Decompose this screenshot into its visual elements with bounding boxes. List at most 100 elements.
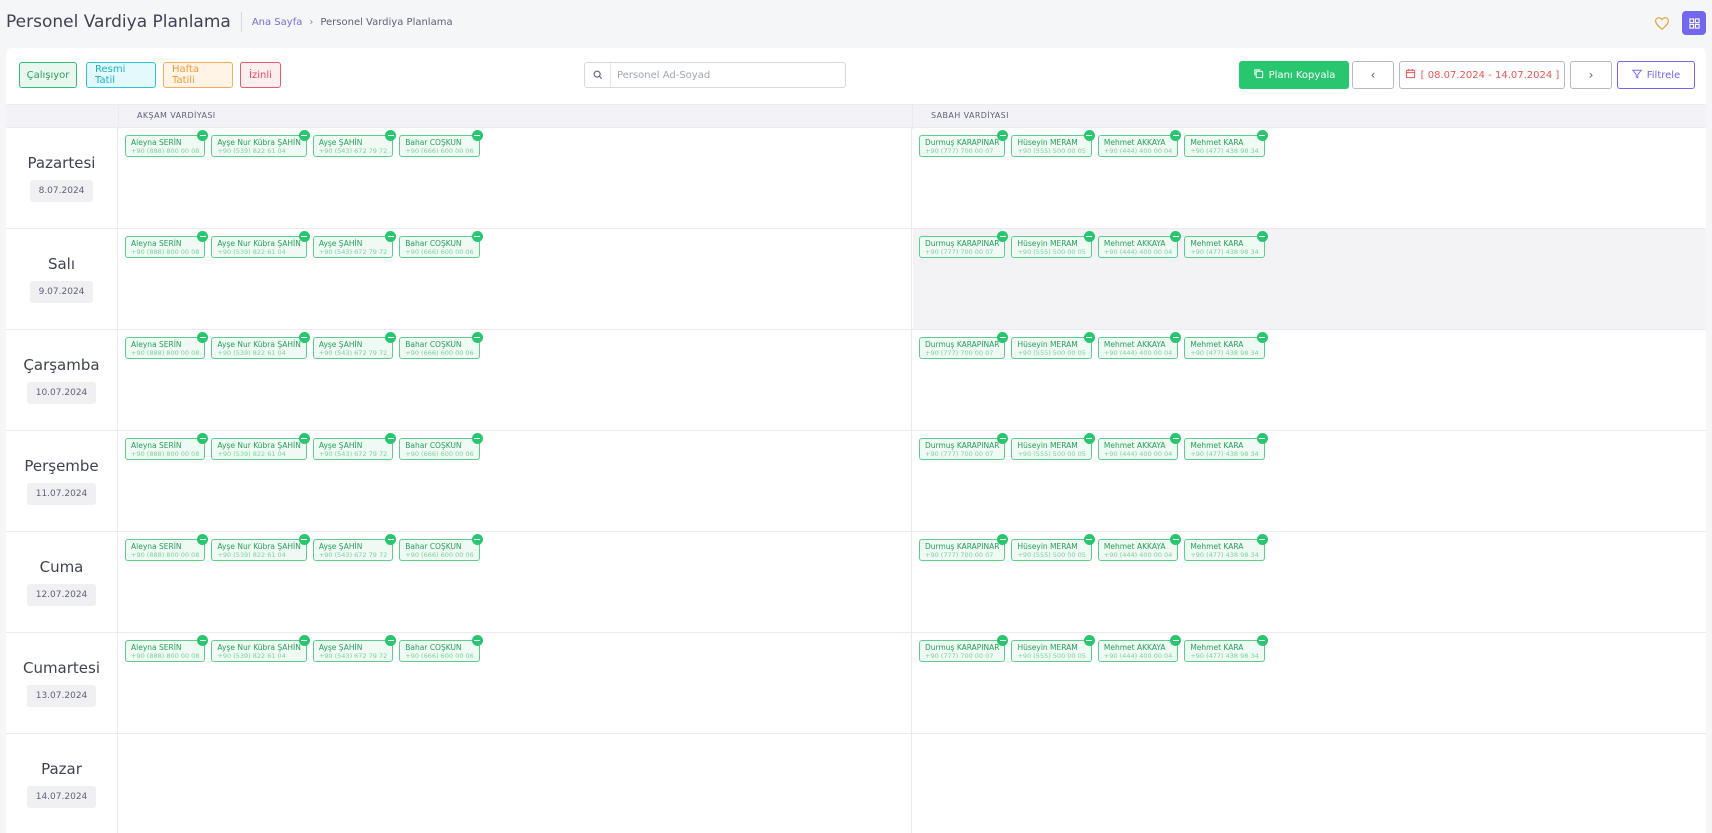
staff-chip[interactable]: Aleyna SERİN +90 (888) 800 00 08 xyxy=(125,332,209,359)
remove-icon[interactable] xyxy=(197,433,209,444)
morning-shift-cell[interactable]: Durmuş KARAPINAR +90 (777) 700 00 07 Hüsey… xyxy=(913,431,1706,531)
search-input[interactable] xyxy=(611,69,841,81)
staff-chip[interactable]: Ayşe Nur Kübra ŞAHİN +90 (539) 822 61 04 xyxy=(211,231,310,258)
staff-chip[interactable]: Ayşe Nur Kübra ŞAHİN +90 (539) 822 61 04 xyxy=(211,130,310,157)
legend-working[interactable]: Çalışıyor xyxy=(19,62,77,88)
staff-chip[interactable]: Mehmet AKKAYA +90 (444) 400 00 04 xyxy=(1097,231,1182,258)
staff-chip[interactable]: Mehmet AKKAYA +90 (444) 400 00 04 xyxy=(1097,534,1182,561)
staff-chip[interactable]: Aleyna SERİN +90 (888) 800 00 08 xyxy=(125,231,209,258)
remove-icon[interactable] xyxy=(1083,433,1095,444)
legend-leave[interactable]: İzinli xyxy=(240,62,281,88)
staff-chip[interactable]: Bahar COŞKUN +90 (666) 600 00 06 xyxy=(399,534,483,561)
legend-public-holiday[interactable]: Resmi Tatil xyxy=(86,62,156,88)
morning-shift-cell[interactable]: Durmuş KARAPINAR +90 (777) 700 00 07 Hüsey… xyxy=(913,128,1706,228)
legend-weekend[interactable]: Hafta Tatili xyxy=(163,62,233,88)
previous-week-button[interactable]: ‹ xyxy=(1352,61,1394,89)
remove-icon[interactable] xyxy=(1256,130,1268,141)
morning-shift-cell[interactable] xyxy=(913,734,1706,833)
remove-icon[interactable] xyxy=(298,635,310,646)
staff-chip[interactable]: Aleyna SERİN +90 (888) 800 00 08 xyxy=(125,433,209,460)
staff-chip[interactable]: Mehmet AKKAYA +90 (444) 400 00 04 xyxy=(1097,433,1182,460)
remove-icon[interactable] xyxy=(1083,534,1095,545)
remove-icon[interactable] xyxy=(997,534,1009,545)
remove-icon[interactable] xyxy=(1256,231,1268,242)
remove-icon[interactable] xyxy=(298,332,310,343)
staff-chip[interactable]: Mehmet AKKAYA +90 (444) 400 00 04 xyxy=(1097,130,1182,157)
remove-icon[interactable] xyxy=(1083,231,1095,242)
remove-icon[interactable] xyxy=(197,332,209,343)
remove-icon[interactable] xyxy=(385,534,397,545)
remove-icon[interactable] xyxy=(1256,332,1268,343)
staff-chip[interactable]: Mehmet KARA +90 (477) 438 98 34 xyxy=(1184,231,1268,258)
remove-icon[interactable] xyxy=(197,635,209,646)
staff-chip[interactable]: Bahar COŞKUN +90 (666) 600 00 06 xyxy=(399,635,483,662)
next-week-button[interactable]: › xyxy=(1570,61,1612,89)
staff-chip[interactable]: Durmuş KARAPINAR +90 (777) 700 00 07 xyxy=(919,635,1009,662)
remove-icon[interactable] xyxy=(298,534,310,545)
remove-icon[interactable] xyxy=(471,231,483,242)
staff-chip[interactable]: Mehmet KARA +90 (477) 438 98 34 xyxy=(1184,130,1268,157)
remove-icon[interactable] xyxy=(471,635,483,646)
staff-chip[interactable]: Bahar COŞKUN +90 (666) 600 00 06 xyxy=(399,332,483,359)
staff-chip[interactable]: Hüseyin MERAM +90 (555) 500 00 05 xyxy=(1011,231,1095,258)
remove-icon[interactable] xyxy=(385,433,397,444)
remove-icon[interactable] xyxy=(1256,433,1268,444)
remove-icon[interactable] xyxy=(385,635,397,646)
remove-icon[interactable] xyxy=(997,433,1009,444)
staff-chip[interactable]: Durmuş KARAPINAR +90 (777) 700 00 07 xyxy=(919,231,1009,258)
remove-icon[interactable] xyxy=(197,130,209,141)
remove-icon[interactable] xyxy=(385,332,397,343)
remove-icon[interactable] xyxy=(1083,332,1095,343)
staff-chip[interactable]: Mehmet KARA +90 (477) 438 98 34 xyxy=(1184,635,1268,662)
heart-icon[interactable] xyxy=(1652,13,1672,33)
remove-icon[interactable] xyxy=(1170,635,1182,646)
staff-chip[interactable]: Ayşe Nur Kübra ŞAHİN +90 (539) 822 61 04 xyxy=(211,635,310,662)
staff-chip[interactable]: Durmuş KARAPINAR +90 (777) 700 00 07 xyxy=(919,534,1009,561)
remove-icon[interactable] xyxy=(298,130,310,141)
staff-chip[interactable]: Bahar COŞKUN +90 (666) 600 00 06 xyxy=(399,231,483,258)
staff-chip[interactable]: Ayşe ŞAHİN +90 (543) 672 79 72 xyxy=(312,534,397,561)
remove-icon[interactable] xyxy=(197,534,209,545)
copy-plan-button[interactable]: Planı Kopyala xyxy=(1239,61,1349,89)
staff-chip[interactable]: Durmuş KARAPINAR +90 (777) 700 00 07 xyxy=(919,332,1009,359)
apps-grid-icon[interactable] xyxy=(1682,11,1706,35)
evening-shift-cell[interactable]: Aleyna SERİN +90 (888) 800 00 08 Ayşe Nur … xyxy=(119,532,912,632)
remove-icon[interactable] xyxy=(1083,635,1095,646)
evening-shift-cell[interactable]: Aleyna SERİN +90 (888) 800 00 08 Ayşe Nur … xyxy=(119,431,912,531)
staff-chip[interactable]: Ayşe Nur Kübra ŞAHİN +90 (539) 822 61 04 xyxy=(211,332,310,359)
evening-shift-cell[interactable] xyxy=(119,734,912,833)
remove-icon[interactable] xyxy=(471,433,483,444)
remove-icon[interactable] xyxy=(298,433,310,444)
date-range-button[interactable]: [ 08.07.2024 - 14.07.2024 ] xyxy=(1399,61,1565,89)
staff-chip[interactable]: Mehmet AKKAYA +90 (444) 400 00 04 xyxy=(1097,332,1182,359)
remove-icon[interactable] xyxy=(471,534,483,545)
staff-chip[interactable]: Aleyna SERİN +90 (888) 800 00 08 xyxy=(125,130,209,157)
staff-chip[interactable]: Ayşe ŞAHİN +90 (543) 672 79 72 xyxy=(312,231,397,258)
filter-button[interactable]: Filtrele xyxy=(1617,61,1695,89)
staff-chip[interactable]: Ayşe ŞAHİN +90 (543) 672 79 72 xyxy=(312,332,397,359)
remove-icon[interactable] xyxy=(1256,534,1268,545)
remove-icon[interactable] xyxy=(197,231,209,242)
staff-chip[interactable]: Aleyna SERİN +90 (888) 800 00 08 xyxy=(125,635,209,662)
staff-chip[interactable]: Durmuş KARAPINAR +90 (777) 700 00 07 xyxy=(919,433,1009,460)
morning-shift-cell[interactable]: Durmuş KARAPINAR +90 (777) 700 00 07 Hüsey… xyxy=(913,633,1706,733)
remove-icon[interactable] xyxy=(1083,130,1095,141)
staff-chip[interactable]: Durmuş KARAPINAR +90 (777) 700 00 07 xyxy=(919,130,1009,157)
staff-chip[interactable]: Ayşe ŞAHİN +90 (543) 672 79 72 xyxy=(312,130,397,157)
remove-icon[interactable] xyxy=(471,130,483,141)
staff-chip[interactable]: Hüseyin MERAM +90 (555) 500 00 05 xyxy=(1011,332,1095,359)
evening-shift-cell[interactable]: Aleyna SERİN +90 (888) 800 00 08 Ayşe Nur … xyxy=(119,330,912,430)
remove-icon[interactable] xyxy=(1170,534,1182,545)
staff-chip[interactable]: Mehmet AKKAYA +90 (444) 400 00 04 xyxy=(1097,635,1182,662)
breadcrumb-home[interactable]: Ana Sayfa xyxy=(252,17,303,28)
remove-icon[interactable] xyxy=(385,231,397,242)
staff-chip[interactable]: Ayşe Nur Kübra ŞAHİN +90 (539) 822 61 04 xyxy=(211,433,310,460)
morning-shift-cell[interactable]: Durmuş KARAPINAR +90 (777) 700 00 07 Hüsey… xyxy=(913,330,1706,430)
morning-shift-cell[interactable]: Durmuş KARAPINAR +90 (777) 700 00 07 Hüsey… xyxy=(913,229,1706,329)
staff-chip[interactable]: Hüseyin MERAM +90 (555) 500 00 05 xyxy=(1011,130,1095,157)
morning-shift-cell[interactable]: Durmuş KARAPINAR +90 (777) 700 00 07 Hüsey… xyxy=(913,532,1706,632)
staff-chip[interactable]: Ayşe ŞAHİN +90 (543) 672 79 72 xyxy=(312,635,397,662)
evening-shift-cell[interactable]: Aleyna SERİN +90 (888) 800 00 08 Ayşe Nur … xyxy=(119,229,912,329)
staff-chip[interactable]: Hüseyin MERAM +90 (555) 500 00 05 xyxy=(1011,534,1095,561)
staff-chip[interactable]: Mehmet KARA +90 (477) 438 98 34 xyxy=(1184,433,1268,460)
